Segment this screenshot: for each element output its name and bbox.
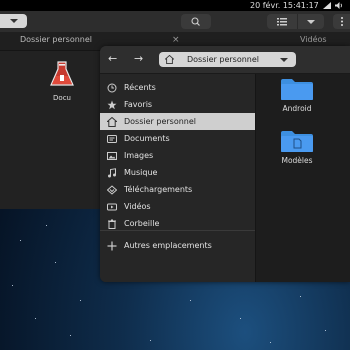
sidebar-item-recents[interactable]: Récents — [100, 79, 255, 96]
sidebar-item-dossier-personnel[interactable]: Dossier personnel — [100, 113, 255, 130]
tab-videos[interactable]: Vidéos — [300, 35, 327, 44]
places-sidebar: Récents Favoris Dossier personnel Docume… — [100, 74, 255, 282]
sidebar-item-label: Récents — [124, 83, 156, 92]
chevron-down-icon — [280, 58, 288, 62]
sidebar-item-images[interactable]: Images — [100, 147, 255, 164]
music-icon — [108, 168, 116, 178]
file-item[interactable]: Docu — [42, 59, 82, 102]
main-menu-button[interactable] — [333, 14, 350, 29]
list-view-button[interactable] — [267, 14, 297, 29]
view-options-button[interactable] — [297, 14, 324, 29]
plus-icon — [107, 241, 117, 251]
folder-item-android[interactable]: Android — [280, 77, 314, 113]
file-chooser-dialog: ← → Dossier personnel Récents Favoris Do… — [100, 46, 350, 282]
sidebar-item-label: Téléchargements — [124, 185, 193, 194]
sidebar-item-documents[interactable]: Documents — [100, 130, 255, 147]
download-icon — [107, 185, 117, 195]
sidebar-item-label: Autres emplacements — [124, 241, 212, 250]
sidebar-item-label: Favoris — [124, 100, 153, 109]
sidebar-item-telechargements[interactable]: Téléchargements — [100, 181, 255, 198]
back-arrow-icon[interactable]: ← — [108, 52, 117, 66]
chevron-down-icon — [307, 20, 315, 24]
sidebar-item-videos[interactable]: Vidéos — [100, 198, 255, 215]
volume-icon[interactable] — [335, 2, 343, 9]
dialog-header-bar: ← → Dossier personnel — [100, 46, 350, 74]
path-bar-button[interactable]: Dossier personnel — [159, 52, 296, 67]
network-icon[interactable] — [323, 2, 331, 9]
list-view-icon — [277, 18, 287, 26]
sidebar-item-favoris[interactable]: Favoris — [100, 96, 255, 113]
template-folder-icon — [281, 131, 313, 152]
search-button[interactable] — [181, 14, 211, 29]
file-label: Docu — [53, 94, 71, 102]
trash-icon — [108, 219, 116, 229]
folder-icon — [281, 79, 313, 100]
home-icon — [165, 55, 174, 64]
image-icon — [107, 152, 117, 160]
clock[interactable]: 20 févr. 15:41:17 — [250, 0, 319, 11]
file-grid: Android Modèles — [255, 74, 350, 282]
document-icon — [107, 135, 117, 143]
chevron-down-icon — [10, 19, 18, 23]
video-icon — [107, 203, 117, 211]
location-dropdown-button[interactable] — [0, 14, 27, 28]
sidebar-item-autres-emplacements[interactable]: Autres emplacements — [100, 237, 255, 254]
forward-arrow-icon[interactable]: → — [134, 52, 143, 66]
search-icon — [191, 17, 200, 26]
folder-label: Android — [282, 104, 312, 113]
top-bar: 20 févr. 15:41:17 — [0, 0, 350, 11]
home-icon — [107, 117, 117, 127]
sidebar-item-label: Musique — [124, 168, 158, 177]
sidebar-item-musique[interactable]: Musique — [100, 164, 255, 181]
sidebar-item-label: Vidéos — [124, 202, 151, 211]
clock-icon — [107, 83, 117, 93]
sidebar-item-label: Dossier personnel — [124, 117, 197, 126]
app-bottle-icon — [50, 61, 74, 86]
tab-dossier-personnel[interactable]: Dossier personnel — [20, 35, 92, 44]
star-icon — [107, 100, 117, 110]
sidebar-separator — [100, 230, 255, 231]
kebab-menu-icon — [341, 17, 343, 26]
background-header-bar — [0, 11, 350, 32]
folder-label: Modèles — [281, 156, 313, 165]
close-icon[interactable]: × — [172, 36, 180, 45]
sidebar-item-label: Images — [124, 151, 154, 160]
folder-item-modeles[interactable]: Modèles — [280, 129, 314, 165]
sidebar-item-label: Documents — [124, 134, 170, 143]
path-label: Dossier personnel — [187, 55, 260, 64]
